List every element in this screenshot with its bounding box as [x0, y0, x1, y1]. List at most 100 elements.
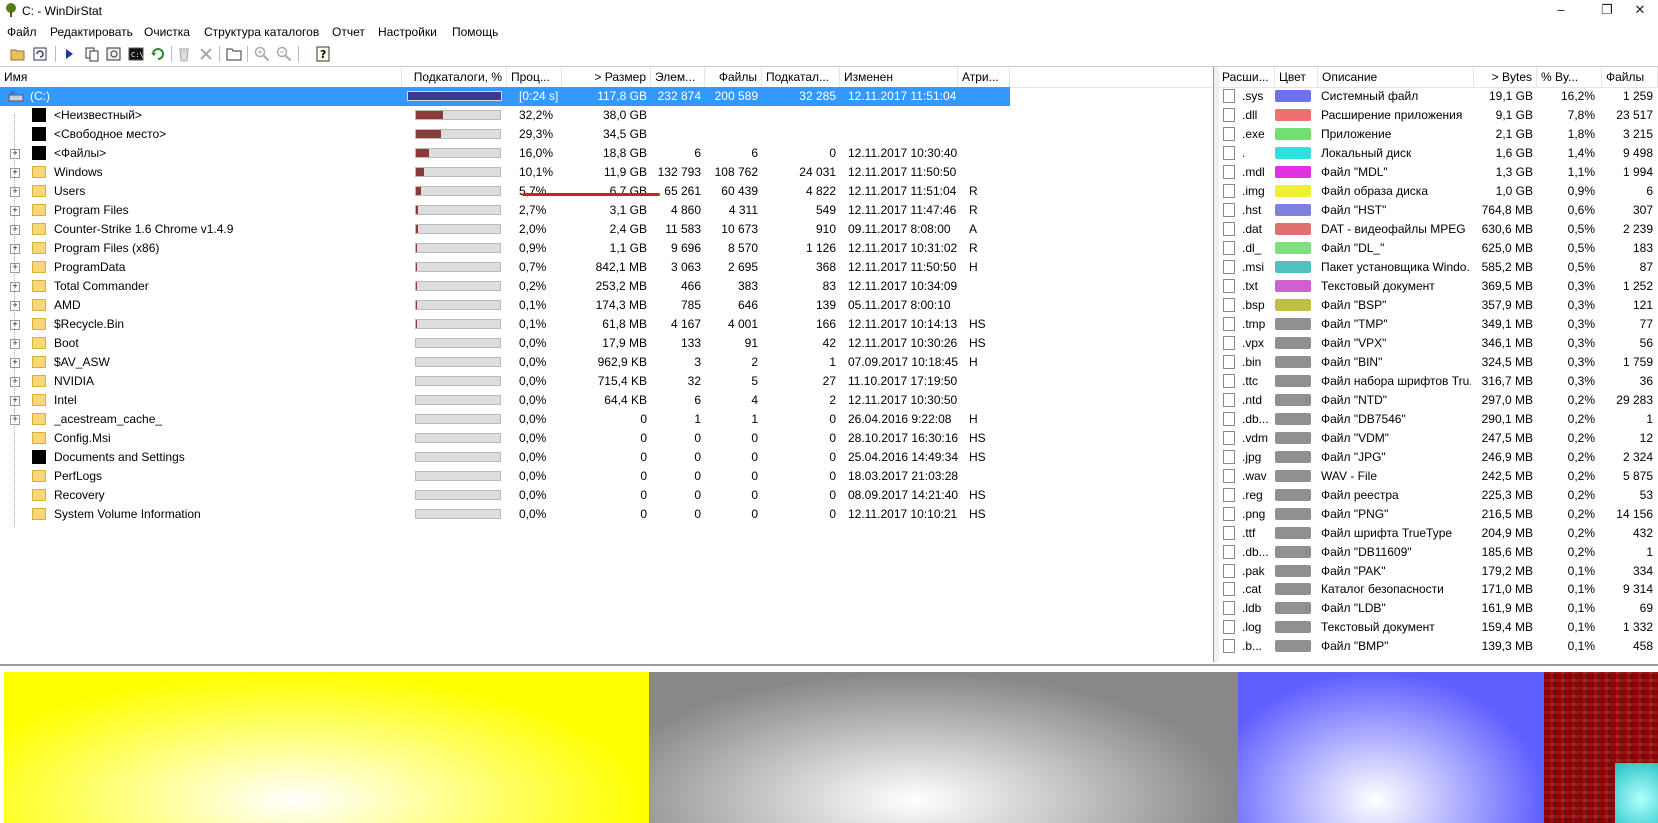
tree-row[interactable]: + Users 5,7% 6,7 GB 65 261 60 439 4 822 12.11.2…: [0, 182, 1010, 201]
expand-toggle[interactable]: +: [10, 396, 20, 406]
tree-row[interactable]: + ProgramData 0,7% 842,1 MB 3 063 2 695 368 12.…: [0, 258, 1010, 277]
expand-toggle[interactable]: +: [10, 263, 20, 273]
menu-settings[interactable]: Настройки: [378, 25, 437, 39]
refresh-icon[interactable]: [31, 45, 49, 63]
recycle-icon[interactable]: [175, 45, 193, 63]
extension-row[interactable]: .dat DAT - видеофайлы MPEG 630,6 MB 0,5% 2 2…: [1218, 220, 1658, 238]
tree-row[interactable]: + <Файлы> 16,0% 18,8 GB 6 6 0 12.11.2017 10:30:…: [0, 144, 1010, 163]
sys-block[interactable]: [1237, 672, 1544, 823]
col-description[interactable]: Описание: [1318, 67, 1474, 87]
menu-treemap[interactable]: Структура каталогов: [204, 25, 319, 39]
col-files[interactable]: Файлы: [705, 67, 762, 87]
tree-row[interactable]: Recovery 0,0% 0 0 0 0 08.09.2017 14:21:40 HS: [0, 486, 1010, 505]
extension-row[interactable]: .wav WAV - File 242,5 MB 0,2% 5 875: [1218, 467, 1658, 485]
tree-row[interactable]: + Intel 0,0% 64,4 KB 6 4 2 12.11.2017 10:30:50: [0, 391, 1010, 410]
close-button[interactable]: ✕: [1622, 0, 1658, 22]
tree-row[interactable]: Documents and Settings 0,0% 0 0 0 0 25.04.2016…: [0, 448, 1010, 467]
extension-row[interactable]: .ttc Файл набора шрифтов Tru... 316,7 MB 0,…: [1218, 372, 1658, 390]
local-disk-block[interactable]: [1614, 762, 1658, 823]
cmd-icon[interactable]: C:\: [127, 45, 145, 63]
extension-row[interactable]: .cat Каталог безопасности 171,0 MB 0,1% 9 31…: [1218, 580, 1658, 598]
tree-row[interactable]: <Свободное место> 29,3% 34,5 GB: [0, 125, 1010, 144]
menu-edit[interactable]: Редактировать: [50, 25, 133, 39]
tree-row[interactable]: + Total Commander 0,2% 253,2 MB 466 383 83 12.1…: [0, 277, 1010, 296]
col-size[interactable]: > Размер: [562, 67, 651, 87]
tree-row[interactable]: System Volume Information 0,0% 0 0 0 0 12.11.2…: [0, 505, 1010, 524]
extension-row[interactable]: .sys Системный файл 19,1 GB 16,2% 1 259: [1218, 87, 1658, 105]
extension-row[interactable]: .tmp Файл "TMP" 349,1 MB 0,3% 77: [1218, 315, 1658, 333]
col-color[interactable]: Цвет: [1275, 67, 1318, 87]
col-items[interactable]: Элем...: [651, 67, 705, 87]
col-subdir-pct[interactable]: Подкаталоги, %: [402, 67, 507, 87]
extension-row[interactable]: .ntd Файл "NTD" 297,0 MB 0,2% 29 283: [1218, 391, 1658, 409]
extension-row[interactable]: .ldb Файл "LDB" 161,9 MB 0,1% 69: [1218, 599, 1658, 617]
expand-toggle[interactable]: +: [10, 244, 20, 254]
minimize-button[interactable]: –: [1543, 0, 1579, 22]
expand-toggle[interactable]: +: [10, 187, 20, 197]
extension-row[interactable]: .ttf Файл шрифта TrueType 204,9 MB 0,2% 432: [1218, 524, 1658, 542]
tree-row[interactable]: + Counter-Strike 1.6 Chrome v1.4.9 2,0% 2,4…: [0, 220, 1010, 239]
find-icon[interactable]: [105, 45, 123, 63]
play-icon[interactable]: [60, 45, 78, 63]
extension-row[interactable]: .dl_ Файл "DL_" 625,0 MB 0,5% 183: [1218, 239, 1658, 257]
tree-row[interactable]: Config.Msi 0,0% 0 0 0 0 28.10.2017 16:30:16 HS: [0, 429, 1010, 448]
expand-toggle[interactable]: +: [10, 320, 20, 330]
tree-row[interactable]: PerfLogs 0,0% 0 0 0 0 18.03.2017 21:03:28: [0, 467, 1010, 486]
tree-row[interactable]: + NVIDIA 0,0% 715,4 KB 32 5 27 11.10.2017 17:19…: [0, 372, 1010, 391]
expand-toggle[interactable]: +: [10, 206, 20, 216]
mixed-block[interactable]: [1543, 672, 1658, 823]
tree-row[interactable]: <Неизвестный> 32,2% 38,0 GB: [0, 106, 1010, 125]
tree-row[interactable]: + Program Files 2,7% 3,1 GB 4 860 4 311 549 12.…: [0, 201, 1010, 220]
menu-cleanup[interactable]: Очистка: [144, 25, 190, 39]
zoom-out-icon[interactable]: [275, 45, 293, 63]
col-subdirs[interactable]: Подкатал...: [762, 67, 840, 87]
tree-row[interactable]: + $AV_ASW 0,0% 962,9 KB 3 2 1 07.09.2017 10:18:…: [0, 353, 1010, 372]
col-bytes[interactable]: > Bytes: [1474, 67, 1537, 87]
expand-toggle[interactable]: +: [10, 168, 20, 178]
expand-toggle[interactable]: +: [10, 358, 20, 368]
col-attributes[interactable]: Атри...: [958, 67, 1010, 87]
tree-row[interactable]: + AMD 0,1% 174,3 MB 785 646 139 05.11.2017 8:00…: [0, 296, 1010, 315]
col-extension[interactable]: Расши...: [1218, 67, 1275, 87]
expand-toggle[interactable]: +: [10, 415, 20, 425]
menu-file[interactable]: Файл: [7, 25, 37, 39]
tree-row[interactable]: (C:) [0:24 s] 117,8 GB 232 874 200 589 32 285…: [0, 87, 1010, 106]
extension-row[interactable]: .bsp Файл "BSP" 357,9 MB 0,3% 121: [1218, 296, 1658, 314]
extension-row[interactable]: .txt Текстовый документ 369,5 MB 0,3% 1 252: [1218, 277, 1658, 295]
extension-row[interactable]: .mdl Файл "MDL" 1,3 GB 1,1% 1 994: [1218, 163, 1658, 181]
maximize-button[interactable]: ❐: [1589, 0, 1625, 22]
col-bytes-pct[interactable]: % By...: [1537, 67, 1602, 87]
expand-toggle[interactable]: +: [10, 225, 20, 235]
extension-row[interactable]: .log Текстовый документ 159,4 MB 0,1% 1 332: [1218, 618, 1658, 636]
extension-row[interactable]: .vdm Файл "VDM" 247,5 MB 0,2% 12: [1218, 429, 1658, 447]
expand-toggle[interactable]: +: [10, 301, 20, 311]
extension-row[interactable]: .hst Файл "HST" 764,8 MB 0,6% 307: [1218, 201, 1658, 219]
menu-help[interactable]: Помощь: [452, 25, 498, 39]
col-pct[interactable]: Проц...: [507, 67, 562, 87]
tree-row[interactable]: + _acestream_cache_ 0,0% 0 1 1 0 26.04.2016 9:2…: [0, 410, 1010, 429]
extension-row[interactable]: .exe Приложение 2,1 GB 1,8% 3 215: [1218, 125, 1658, 143]
extension-row[interactable]: .pak Файл "PAK" 179,2 MB 0,1% 334: [1218, 562, 1658, 580]
col-ext-files[interactable]: Файлы: [1602, 67, 1658, 87]
extension-row[interactable]: .png Файл "PNG" 216,5 MB 0,2% 14 156: [1218, 505, 1658, 523]
extension-row[interactable]: .db... Файл "DB7546" 290,1 MB 0,2% 1: [1218, 410, 1658, 428]
open-icon[interactable]: [9, 45, 27, 63]
extension-row[interactable]: .b... Файл "BMP" 139,3 MB 0,1% 458: [1218, 637, 1658, 655]
col-modified[interactable]: Изменен: [840, 67, 958, 87]
refresh-all-icon[interactable]: [149, 45, 167, 63]
extension-row[interactable]: .img Файл образа диска 1,0 GB 0,9% 6: [1218, 182, 1658, 200]
zoom-in-icon[interactable]: [253, 45, 271, 63]
delete-icon[interactable]: [197, 45, 215, 63]
folder-icon[interactable]: [225, 45, 243, 63]
expand-toggle[interactable]: +: [10, 339, 20, 349]
col-name[interactable]: Имя: [0, 67, 402, 87]
tree-row[interactable]: + Boot 0,0% 17,9 MB 133 91 42 12.11.2017 10:30:…: [0, 334, 1010, 353]
help-icon[interactable]: ?: [314, 45, 332, 63]
unknown-block[interactable]: [649, 672, 1238, 823]
extension-row[interactable]: .dll Расширение приложения 9,1 GB 7,8% 23 51…: [1218, 106, 1658, 124]
expand-toggle[interactable]: +: [10, 282, 20, 292]
extension-row[interactable]: .bin Файл "BIN" 324,5 MB 0,3% 1 759: [1218, 353, 1658, 371]
extension-row[interactable]: . Локальный диск 1,6 GB 1,4% 9 498: [1218, 144, 1658, 162]
extension-row[interactable]: .vpx Файл "VPX" 346,1 MB 0,3% 56: [1218, 334, 1658, 352]
extension-row[interactable]: .reg Файл реестра 225,3 MB 0,2% 53: [1218, 486, 1658, 504]
